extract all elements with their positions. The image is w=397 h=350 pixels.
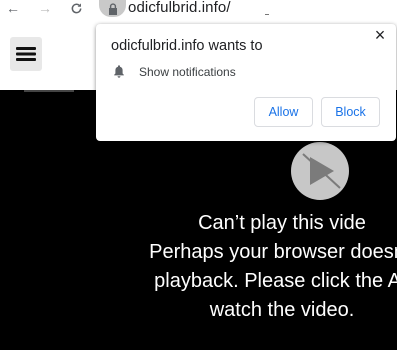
back-icon[interactable]: ←: [4, 0, 22, 16]
video-player[interactable]: [290, 142, 350, 200]
allow-button[interactable]: Allow: [254, 97, 313, 127]
play-disabled-icon: [291, 142, 349, 200]
browser-toolbar: ← → odicfulbrid.info/: [0, 0, 397, 18]
close-icon[interactable]: ×: [372, 25, 388, 45]
address-bar-divider: [265, 14, 269, 15]
message-line: watch the video.: [209, 299, 355, 321]
block-button[interactable]: Block: [321, 97, 380, 127]
permission-label: Show notifications: [139, 65, 236, 79]
message-line: playback. Please click the All: [154, 270, 397, 292]
video-error-message: Can’t play this vide Perhaps your browse…: [112, 209, 397, 325]
header-divider: [24, 90, 74, 92]
message-line: Can’t play this vide: [198, 212, 366, 234]
notification-permission-popup: odicfulbrid.info wants to × Show notific…: [96, 24, 396, 141]
bell-icon: [114, 65, 124, 78]
hamburger-icon: [16, 47, 36, 61]
menu-button[interactable]: [10, 37, 42, 71]
forward-icon[interactable]: →: [36, 0, 54, 16]
popup-title: odicfulbrid.info wants to: [111, 38, 263, 54]
lock-icon: [108, 2, 117, 15]
message-line: Perhaps your browser doesn’t: [149, 241, 397, 263]
address-bar-url[interactable]: odicfulbrid.info/: [128, 0, 231, 16]
reload-icon[interactable]: [67, 0, 85, 16]
site-info-button[interactable]: [99, 0, 126, 17]
